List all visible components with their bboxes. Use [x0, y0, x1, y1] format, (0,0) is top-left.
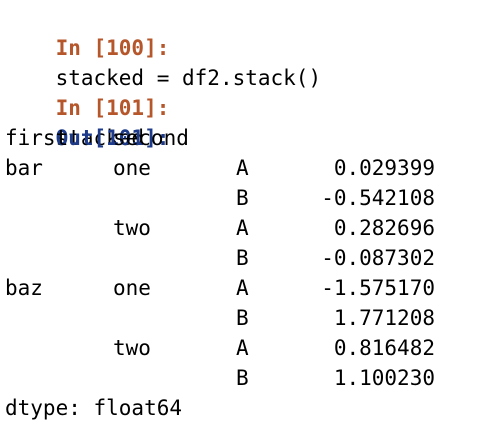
column-label: A: [236, 156, 249, 180]
index-name-second: second: [113, 126, 189, 150]
notebook-area: In [100]: stacked = df2.stack() In [101]…: [5, 0, 500, 428]
input-line-101[interactable]: In [101]: stacked: [5, 63, 170, 150]
series-value: 1.100230: [333, 366, 435, 390]
column-label: B: [236, 246, 249, 270]
index-second: two: [113, 336, 151, 360]
series-value: 0.816482: [333, 336, 435, 360]
series-value: -0.087302: [321, 246, 435, 270]
dtype-line: dtype: float64: [5, 396, 183, 420]
series-value: 0.029399: [333, 156, 435, 180]
series-value: 1.771208: [333, 306, 435, 330]
series-value: -0.542108: [321, 186, 435, 210]
series-value: 0.282696: [333, 216, 435, 240]
index-second: two: [113, 216, 151, 240]
series-value: -1.575170: [321, 276, 435, 300]
column-label: A: [236, 216, 249, 240]
column-label: B: [236, 186, 249, 210]
index-second: one: [113, 276, 151, 300]
column-label: B: [236, 366, 249, 390]
input-prompt-100: In [100]:: [55, 36, 170, 60]
column-label: B: [236, 306, 249, 330]
column-label: A: [236, 276, 249, 300]
index-second: one: [113, 156, 151, 180]
column-label: A: [236, 336, 249, 360]
output-prompt-line-101: Out[101]:: [5, 93, 170, 150]
index-first: baz: [5, 276, 43, 300]
index-name-first: first: [5, 126, 69, 150]
index-first: bar: [5, 156, 43, 180]
input-line-100[interactable]: In [100]: stacked = df2.stack(): [5, 3, 322, 90]
